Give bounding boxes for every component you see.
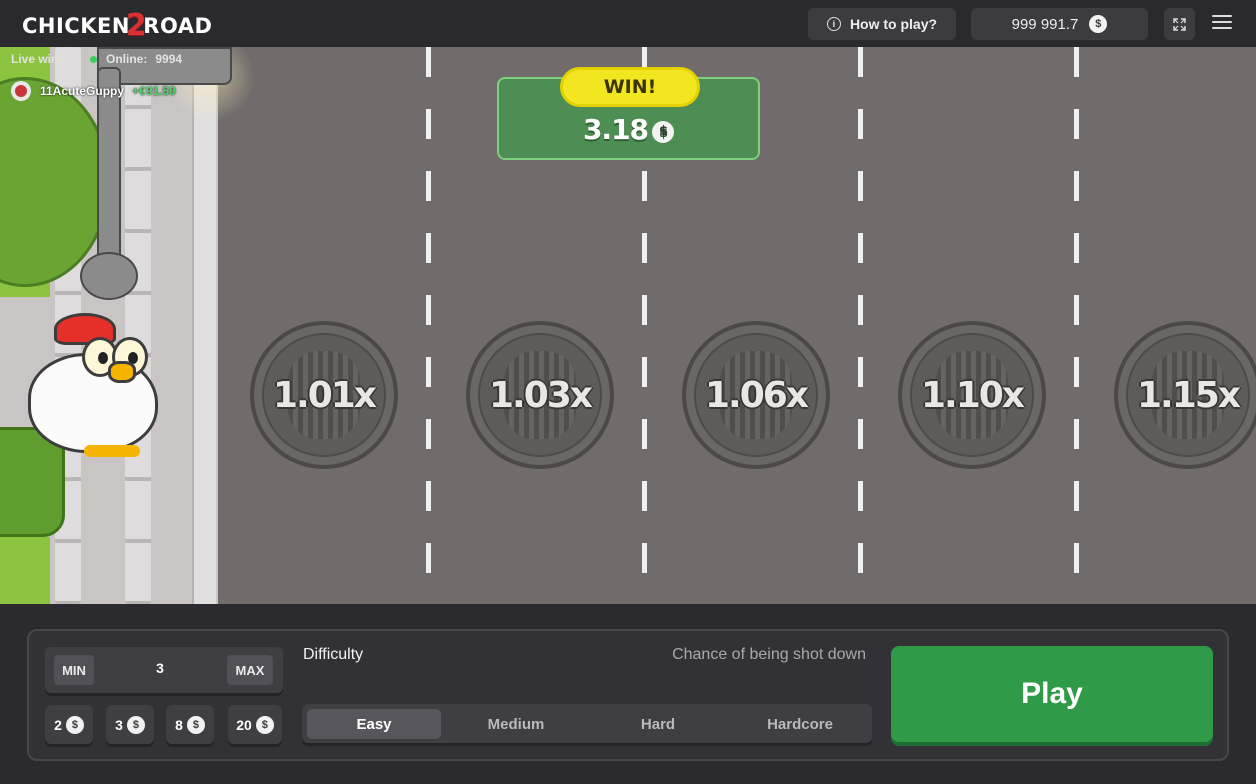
info-icon: i [826,17,841,31]
win-badge: WIN! [560,67,700,107]
balance-display: 999 991.7 $ [971,8,1148,40]
multiplier-label: 1.06x [704,374,809,416]
multiplier-label: 1.01x [272,374,377,416]
fullscreen-icon [1173,17,1186,31]
max-bet-button[interactable]: MAX [227,655,273,685]
grass-patch [0,537,50,604]
coin-icon: $ [65,715,84,734]
top-bar: CHICKEN2ROAD i How to play? 999 991.7 $ [0,0,1256,47]
hamburger-icon [1212,15,1232,17]
lane-divider [858,47,863,604]
difficulty-option-medium[interactable]: Medium [449,709,583,739]
win-amount: 3.18 $ [499,113,758,147]
multiplier-label: 1.15x [1136,374,1241,416]
difficulty-option-hard[interactable]: Hard [591,709,725,739]
quick-bet-button[interactable]: 8 $ [166,705,214,744]
lane-manhole-3[interactable]: 1.06x [682,321,830,469]
how-to-play-button[interactable]: i How to play? [808,8,956,40]
winner-amount: +€91.50 [132,84,176,98]
lane-manhole-1[interactable]: 1.01x [250,321,398,469]
chance-label: Chance of being shot down [672,646,866,663]
lane-divider [426,47,431,604]
live-wins-bar: Live wins: Online: 9994 [11,52,182,66]
curb [192,47,216,604]
lane-manhole-4[interactable]: 1.10x [898,321,1046,469]
lane-manhole-2[interactable]: 1.03x [466,321,614,469]
quick-bet-button[interactable]: 2 $ [45,705,93,744]
coin-icon: $ [126,715,145,734]
quick-bet-button[interactable]: 20 $ [228,705,282,744]
online-count: 9994 [155,52,183,66]
game-logo: CHICKEN2ROAD [22,8,213,43]
menu-button[interactable] [1212,12,1232,34]
quick-bet-button[interactable]: 3 $ [106,705,154,744]
live-win-entry: 11AcuteGuppy +€91.50 [11,81,176,101]
fullscreen-button[interactable] [1164,8,1195,40]
coin-icon: $ [652,120,675,143]
game-scene: 1.01x 1.03x 1.06x 1.10x 1.15x WIN! 3.18 $ [0,47,1256,604]
coin-icon: $ [1089,15,1108,33]
win-popup: WIN! 3.18 $ [497,67,760,160]
difficulty-option-hardcore[interactable]: Hardcore [733,709,867,739]
balance-value: 999 991.7 [1011,15,1079,33]
lane-manhole-5[interactable]: 1.15x [1114,321,1256,469]
lane-divider [1074,47,1079,604]
play-button[interactable]: Play [891,646,1213,742]
min-bet-button[interactable]: MIN [54,655,94,685]
difficulty-option-easy[interactable]: Easy [307,709,441,739]
multiplier-label: 1.03x [488,374,593,416]
coin-icon: $ [186,715,205,734]
avatar [11,81,31,101]
lamp-base [80,252,138,300]
bet-amount-input[interactable]: 3 [100,660,220,676]
coin-icon: $ [255,715,274,734]
online-dot-icon [90,55,98,63]
chicken-character [28,313,162,458]
difficulty-label: Difficulty [303,646,364,663]
live-wins-label: Live wins: [11,52,70,66]
multiplier-label: 1.10x [920,374,1025,416]
online-label: Online: [106,52,148,66]
winner-name: 11AcuteGuppy [40,84,125,98]
